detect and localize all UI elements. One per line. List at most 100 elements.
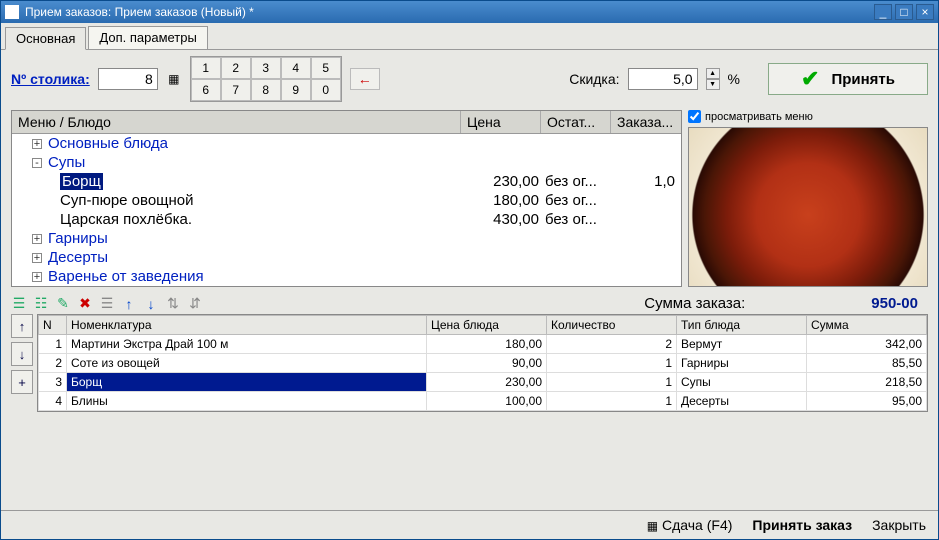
row-add-button[interactable]: + (11, 370, 33, 394)
order-col-n[interactable]: N (39, 316, 67, 335)
preview-panel: просматривать меню (688, 110, 928, 287)
copy-row-icon[interactable]: ☷ (33, 296, 49, 312)
table-row[interactable]: 4Блины100,001Десерты95,00 (39, 392, 927, 411)
menu-header-name[interactable]: Меню / Блюдо (12, 111, 461, 133)
menu-header-price[interactable]: Цена (461, 111, 541, 133)
tree-label: Супы (48, 154, 675, 171)
tree-toggle-icon[interactable]: - (32, 158, 42, 168)
tree-stock: без ог... (545, 173, 615, 190)
tree-toggle-icon[interactable]: + (32, 272, 42, 282)
discount-spinner: ▲ ▼ (706, 68, 720, 90)
numpad-9[interactable]: 9 (281, 79, 311, 101)
order-sum-label: Сумма заказа: (644, 295, 745, 312)
calculator-icon[interactable]: ▦ (166, 68, 182, 90)
tree-label: Борщ (60, 173, 465, 190)
numpad-5[interactable]: 5 (311, 57, 341, 79)
accept-order-button[interactable]: Принять заказ (752, 517, 852, 533)
edit-row-icon[interactable]: ✎ (55, 296, 71, 312)
tree-label: Варенье от заведения (48, 268, 675, 285)
accept-button[interactable]: ✔ Принять (768, 63, 928, 95)
tab-main[interactable]: Основная (5, 27, 86, 50)
numpad-4[interactable]: 4 (281, 57, 311, 79)
tree-label: Гарниры (48, 230, 675, 247)
tree-toggle-icon[interactable]: + (32, 234, 42, 244)
numpad-1[interactable]: 1 (191, 57, 221, 79)
numpad-7[interactable]: 7 (221, 79, 251, 101)
table-number-input[interactable] (98, 68, 158, 90)
tree-toggle-icon[interactable]: + (32, 139, 42, 149)
tree-toggle-icon[interactable]: + (32, 253, 42, 263)
order-col-qty[interactable]: Количество (547, 316, 677, 335)
cell-sum: 342,00 (807, 335, 927, 354)
toolbar: Nº столика: ▦ 1 2 3 4 5 6 7 8 9 0 ← Скид… (1, 50, 938, 108)
numpad-8[interactable]: 8 (251, 79, 281, 101)
tree-group[interactable]: + Гарниры (12, 229, 681, 248)
move-up-icon[interactable]: ↑ (121, 296, 137, 312)
tabs: Основная Доп. параметры (1, 23, 938, 50)
menu-header: Меню / Блюдо Цена Остат... Заказа... (12, 111, 681, 134)
order-col-sum[interactable]: Сумма (807, 316, 927, 335)
sort-asc-icon[interactable]: ⇅ (165, 296, 181, 312)
table-row[interactable]: 3Борщ230,001Супы218,50 (39, 373, 927, 392)
refresh-icon[interactable]: ☰ (99, 296, 115, 312)
order-side-buttons: ↑ ↓ + (11, 314, 33, 412)
cell-qty: 1 (547, 354, 677, 373)
cell-n: 3 (39, 373, 67, 392)
order-table[interactable]: N Номенклатура Цена блюда Количество Тип… (37, 314, 928, 412)
table-row[interactable]: 2Соте из овощей90,001Гарниры85,50 (39, 354, 927, 373)
check-icon: ✔ (801, 66, 819, 92)
footer: ▦ Сдача (F4) Принять заказ Закрыть (1, 510, 938, 539)
row-down-button[interactable]: ↓ (11, 342, 33, 366)
discount-up-button[interactable]: ▲ (706, 68, 720, 79)
close-button[interactable]: × (916, 4, 934, 20)
discount-down-button[interactable]: ▼ (706, 79, 720, 90)
order-sum-value: 950-00 (871, 295, 918, 312)
minimize-button[interactable]: _ (874, 4, 892, 20)
numpad-6[interactable]: 6 (191, 79, 221, 101)
cell-type: Вермут (677, 335, 807, 354)
numpad-2[interactable]: 2 (221, 57, 251, 79)
cell-price: 230,00 (427, 373, 547, 392)
discount-input[interactable] (628, 68, 698, 90)
order-col-name[interactable]: Номенклатура (67, 316, 427, 335)
numpad-0[interactable]: 0 (311, 79, 341, 101)
tree-item[interactable]: Борщ230,00без ог...1,0 (12, 172, 681, 191)
tab-extra[interactable]: Доп. параметры (88, 26, 207, 49)
close-footer-button[interactable]: Закрыть (872, 517, 926, 533)
preview-checkbox[interactable]: просматривать меню (688, 110, 928, 123)
order-col-type[interactable]: Тип блюда (677, 316, 807, 335)
cell-n: 2 (39, 354, 67, 373)
tree-group[interactable]: +Десерты (12, 248, 681, 267)
dish-image (688, 127, 928, 287)
move-down-icon[interactable]: ↓ (143, 296, 159, 312)
window: Прием заказов: Прием заказов (Новый) * _… (0, 0, 939, 540)
maximize-button[interactable]: □ (895, 4, 913, 20)
menu-tree[interactable]: +Основные блюда-СупыБорщ230,00без ог...1… (12, 134, 681, 286)
sort-desc-icon[interactable]: ⇵ (187, 296, 203, 312)
numpad: 1 2 3 4 5 6 7 8 9 0 (190, 56, 342, 102)
row-up-button[interactable]: ↑ (11, 314, 33, 338)
tree-item[interactable]: Суп-пюре овощной180,00без ог... (12, 191, 681, 210)
change-button[interactable]: ▦ Сдача (F4) (647, 517, 733, 533)
preview-checkbox-label: просматривать меню (705, 111, 813, 123)
cell-n: 4 (39, 392, 67, 411)
tree-group[interactable]: -Супы (12, 153, 681, 172)
add-row-icon[interactable]: ☰ (11, 296, 27, 312)
tree-group[interactable]: + Варенье от заведения (12, 267, 681, 286)
order-col-price[interactable]: Цена блюда (427, 316, 547, 335)
numpad-3[interactable]: 3 (251, 57, 281, 79)
menu-header-order[interactable]: Заказа... (611, 111, 681, 133)
cell-price: 180,00 (427, 335, 547, 354)
tree-order-qty: 1,0 (615, 173, 675, 190)
tree-group[interactable]: +Основные блюда (12, 134, 681, 153)
cell-n: 1 (39, 335, 67, 354)
preview-checkbox-input[interactable] (688, 110, 701, 123)
menu-header-stock[interactable]: Остат... (541, 111, 611, 133)
backspace-button[interactable]: ← (350, 68, 380, 90)
table-row[interactable]: 1Мартини Экстра Драй 100 м180,002Вермут3… (39, 335, 927, 354)
titlebar: Прием заказов: Прием заказов (Новый) * _… (1, 1, 938, 23)
tree-item[interactable]: Царская похлёбка.430,00без ог... (12, 210, 681, 229)
menu-panel: Меню / Блюдо Цена Остат... Заказа... +Ос… (11, 110, 682, 287)
cell-qty: 1 (547, 392, 677, 411)
delete-row-icon[interactable]: ✖ (77, 296, 93, 312)
